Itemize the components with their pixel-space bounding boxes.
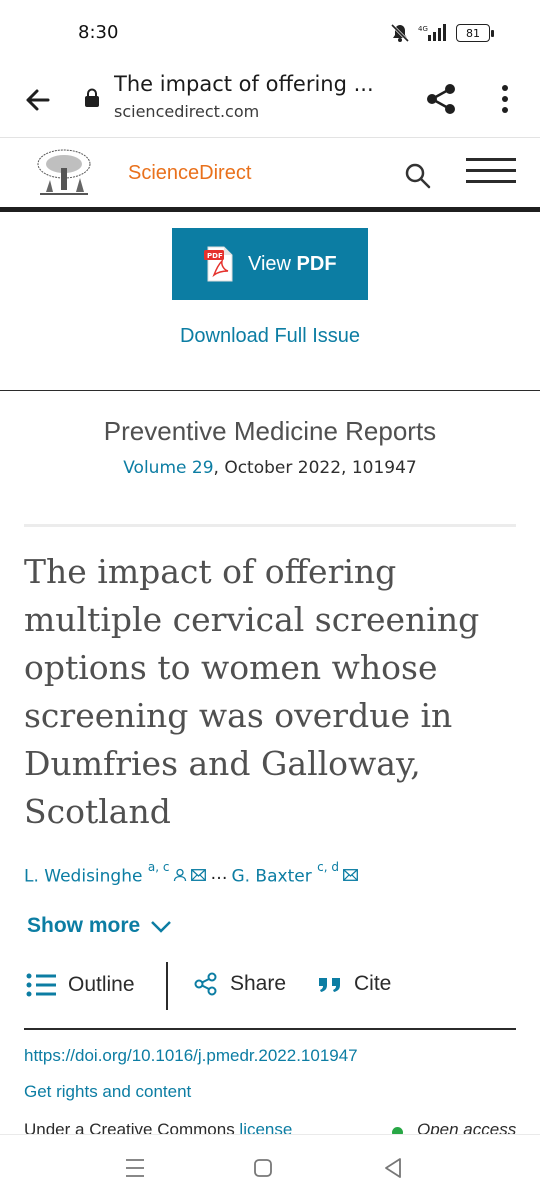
back-icon[interactable] <box>380 1155 406 1181</box>
journal-title[interactable]: Preventive Medicine Reports <box>0 416 540 447</box>
doi-link[interactable]: https://doi.org/10.1016/j.pmedr.2022.101… <box>24 1046 358 1066</box>
browser-toolbar: The impact of offering ... sciencedirect… <box>0 66 540 138</box>
battery-indicator: 81 <box>456 24 494 42</box>
view-pdf-label: View PDF <box>248 252 337 275</box>
author-link[interactable]: L. Wedisinghe a, c <box>24 860 169 887</box>
status-icons: 4G 81 <box>390 23 494 43</box>
action-separator <box>166 962 168 1010</box>
divider <box>24 524 516 527</box>
more-vert-icon[interactable] <box>494 82 516 116</box>
volume-info: Volume 29, October 2022, 101947 <box>0 458 540 478</box>
show-more-label: Show more <box>27 914 141 937</box>
download-full-issue-link[interactable]: Download Full Issue <box>0 325 540 348</box>
volume-link[interactable]: Volume 29 <box>123 458 213 478</box>
mail-icon[interactable] <box>191 869 207 881</box>
share-label: Share <box>230 972 287 995</box>
volume-details: , October 2022, 101947 <box>213 458 417 478</box>
share-icon <box>194 972 217 996</box>
author-ellipsis: … <box>210 864 228 884</box>
list-icon <box>26 973 56 997</box>
license-row: Under a Creative Commons license Open ac… <box>0 1116 540 1134</box>
cite-label: Cite <box>354 972 392 995</box>
status-time: 8:30 <box>78 22 119 43</box>
home-icon[interactable] <box>250 1155 276 1181</box>
open-access-label: Open access <box>417 1120 517 1134</box>
system-nav-bar <box>0 1134 540 1200</box>
browser-page-title[interactable]: The impact of offering ... <box>114 72 384 96</box>
author-link[interactable]: G. Baxter c, d <box>231 860 339 887</box>
svg-text:4G: 4G <box>418 25 428 33</box>
show-more-button[interactable]: Show more <box>27 914 172 938</box>
status-bar: 8:30 4G 81 <box>0 0 540 66</box>
recents-icon[interactable] <box>122 1155 148 1181</box>
browser-url[interactable]: sciencedirect.com <box>114 102 259 121</box>
open-access-dot-icon <box>392 1126 403 1134</box>
mail-icon[interactable] <box>343 869 358 881</box>
share-button[interactable]: Share <box>194 972 286 996</box>
outline-label: Outline <box>68 973 135 996</box>
back-arrow-icon[interactable] <box>20 82 56 118</box>
brand-name[interactable]: ScienceDirect <box>128 162 251 185</box>
cite-button[interactable]: Cite <box>318 972 391 996</box>
search-icon[interactable] <box>404 162 432 190</box>
quote-icon <box>319 978 340 992</box>
site-header: ScienceDirect <box>0 138 540 212</box>
license-text: Under a Creative Commons license <box>24 1120 292 1134</box>
outline-button[interactable]: Outline <box>26 972 135 998</box>
mute-icon <box>390 23 410 43</box>
divider <box>0 390 540 391</box>
article-actions: Outline Share Cite <box>24 962 516 1030</box>
author-list: L. Wedisinghe a, c … G. Baxter c, d <box>24 860 358 887</box>
article-title: The impact of offering multiple cervical… <box>24 552 480 831</box>
elsevier-tree-logo[interactable] <box>34 148 94 198</box>
hamburger-icon[interactable] <box>466 158 516 186</box>
license-link[interactable]: license <box>239 1120 292 1134</box>
view-pdf-button[interactable]: PDF View PDF <box>172 228 368 300</box>
lock-icon[interactable] <box>84 88 100 108</box>
rights-link[interactable]: Get rights and content <box>24 1082 191 1102</box>
signal-icon: 4G <box>418 24 446 41</box>
user-icon[interactable] <box>173 868 187 882</box>
share-icon[interactable] <box>424 82 458 116</box>
open-access-badge: Open access <box>392 1120 516 1134</box>
pdf-file-icon: PDF <box>204 246 233 282</box>
chevron-down-icon <box>151 921 172 933</box>
svg-text:PDF: PDF <box>207 252 223 260</box>
